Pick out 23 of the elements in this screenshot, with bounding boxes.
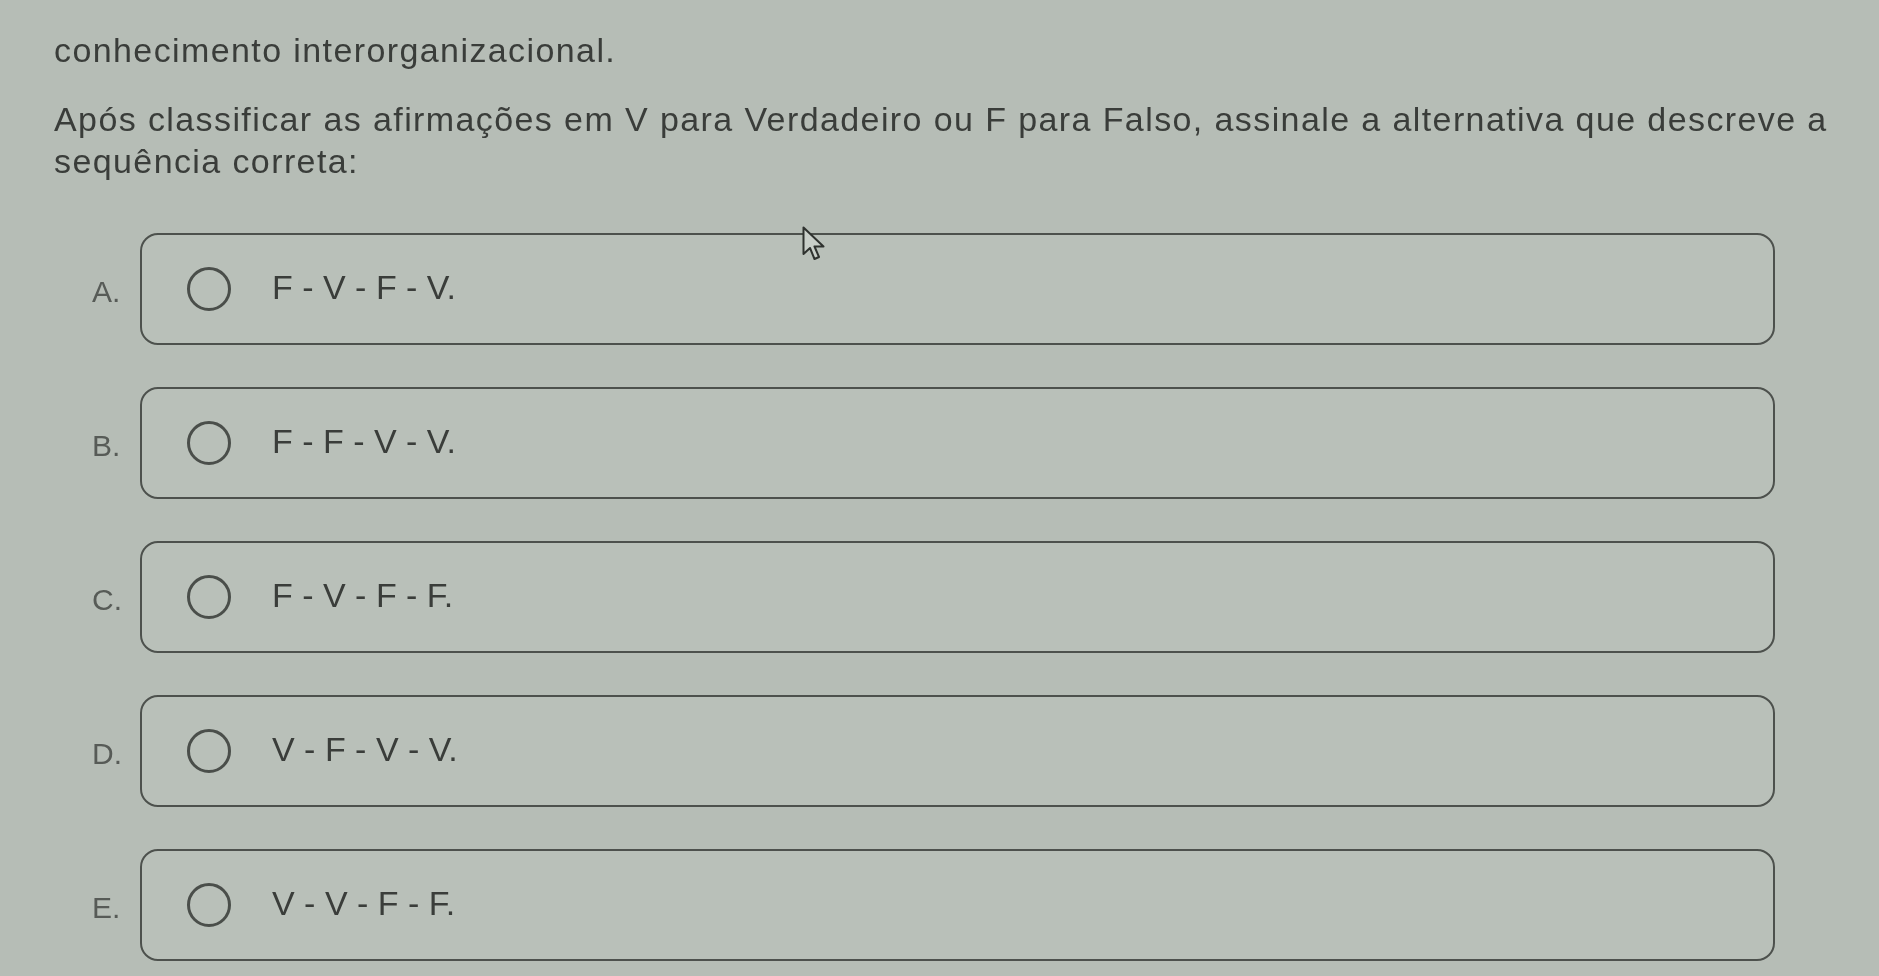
question-text: conhecimento interorganizacional. (54, 30, 617, 71)
option-letter: B. (92, 428, 122, 463)
radio-button[interactable] (186, 728, 232, 774)
radio-button[interactable] (186, 882, 232, 928)
answer-option[interactable]: F - V - F - F. (140, 541, 1775, 653)
answer-option[interactable]: V - F - V - V. (140, 695, 1775, 807)
instruction-text: Após classificar as afirmações em V para Verdadeiro ou F para Falso, assinale a alternativa que descreve a sequência correta: (54, 99, 1829, 182)
mouse-pointer-icon (802, 226, 826, 262)
option-text: F - V - F - V. (272, 267, 456, 308)
option-text: F - V - F - F. (272, 575, 454, 616)
radio-button[interactable] (186, 420, 232, 466)
answer-option[interactable]: F - F - V - V. (140, 387, 1775, 499)
answer-option[interactable]: V - V - F - F. (140, 849, 1775, 961)
radio-button[interactable] (186, 266, 232, 312)
option-text: V - F - V - V. (272, 729, 458, 770)
option-text: F - F - V - V. (272, 421, 456, 462)
radio-button[interactable] (186, 574, 232, 620)
answer-option[interactable]: F - V - F - V. (140, 233, 1775, 345)
option-letter: E. (92, 890, 122, 925)
option-letter: C. (92, 582, 123, 617)
option-letter: A. (92, 274, 122, 309)
option-letter: D. (92, 736, 123, 771)
option-text: V - V - F - F. (272, 883, 456, 924)
